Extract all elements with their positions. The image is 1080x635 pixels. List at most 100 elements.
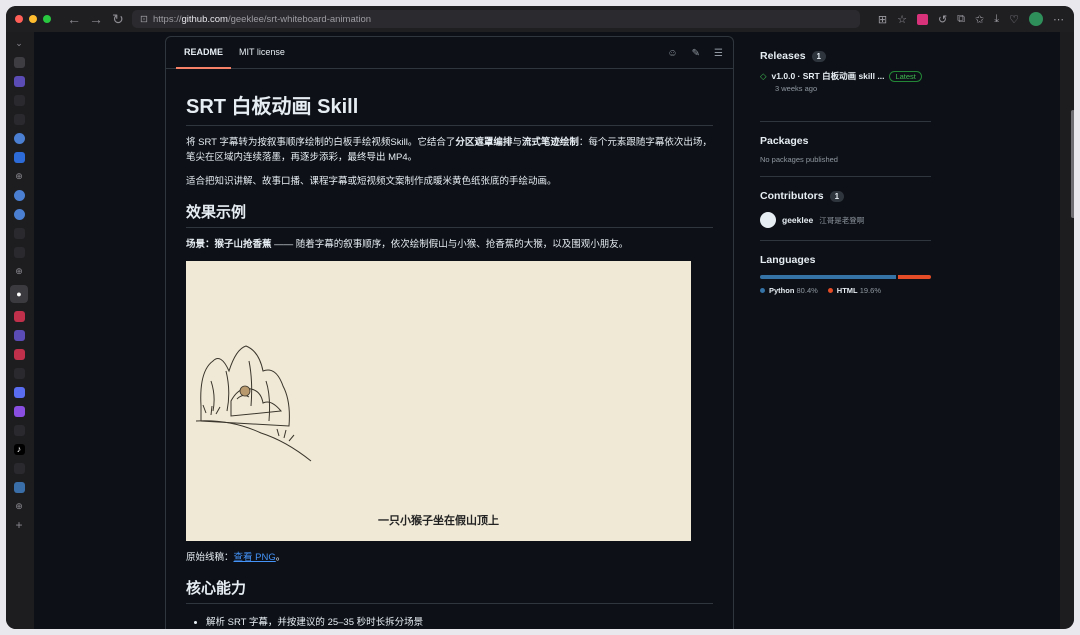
releases-count: 1 [811, 50, 826, 62]
tab-favicon[interactable] [13, 228, 25, 239]
new-tab-icon[interactable]: + [14, 519, 25, 531]
tab-favicon[interactable] [13, 152, 25, 163]
tab-favicon[interactable] [13, 114, 25, 125]
favorites-icon[interactable]: ✩ [975, 13, 984, 26]
sketch-end: 。 [275, 552, 286, 563]
language-python[interactable]: Python 80.4% [760, 286, 818, 295]
video-subtitle: 一只小猴子坐在假山顶上 [378, 515, 499, 527]
tag-icon: ◇ [760, 70, 767, 81]
tab-favicon[interactable] [13, 387, 25, 398]
minimize-window-button[interactable] [29, 15, 37, 23]
release-time: 3 weeks ago [775, 84, 818, 93]
tab-favicon[interactable] [13, 76, 25, 87]
url-host: github.com [181, 13, 228, 25]
github-tab-icon[interactable]: ● [10, 285, 28, 303]
scene-text: —— 随着字幕的叙事顺序，依次绘制假山与小猴、抢香蕉的大猴，以及围观小朋友。 [271, 239, 629, 250]
favorite-star-icon[interactable]: ☆ [897, 13, 907, 26]
intro-text: 将 SRT 字幕转为按叙事顺序绘制的白板手绘视频Skill。它结合了 [186, 137, 456, 148]
close-window-button[interactable] [15, 15, 23, 23]
collapse-tabs-icon[interactable]: ⌄ [14, 38, 25, 49]
tab-favicon[interactable] [13, 209, 25, 220]
examples-heading: 效果示例 [186, 201, 713, 228]
url-prefix: https:// [152, 13, 182, 25]
reload-icon[interactable]: ↻ [107, 6, 129, 32]
profile-avatar-icon[interactable] [1029, 12, 1043, 26]
sketch-line: 原始线稿：查看 PNG。 [186, 550, 713, 565]
tab-favicon[interactable] [13, 95, 25, 106]
tab-favicon[interactable] [13, 425, 25, 436]
scrollbar-thumb[interactable] [1071, 110, 1074, 218]
repo-sidebar: Releases 1 ◇ v1.0.0 · SRT 白板动画 skill ... … [760, 32, 931, 307]
usage-paragraph: 适合把知识讲解、故事口播、课程字幕或短视频文案制作成暖米黄色纸张底的手绘动画。 [186, 176, 557, 187]
site-info-icon[interactable]: ⊡ [140, 14, 148, 25]
extension-icon[interactable] [916, 13, 928, 25]
intro-paragraph: 将 SRT 字幕转为按叙事顺序绘制的白板手绘视频Skill。它结合了分区遮罩编排… [186, 135, 713, 165]
releases-heading[interactable]: Releases [760, 50, 806, 62]
globe-icon[interactable]: ⊕ [14, 171, 25, 182]
split-screen-icon[interactable]: ⧉ [957, 13, 965, 26]
tab-favicon[interactable] [13, 311, 25, 322]
language-bar [760, 275, 931, 279]
url-path: /geeklee/srt-whiteboard-animation [227, 13, 372, 25]
language-dot [760, 288, 765, 293]
browser-toolbar: ← → ↻ ⊡ https://github.com/geeklee/srt-w… [6, 6, 1074, 32]
intro-strong: 分区遮罩编排 [455, 137, 513, 148]
language-bar-python [760, 275, 896, 279]
tab-favicon[interactable] [13, 57, 25, 68]
downloads-icon[interactable]: ⤓ [994, 13, 999, 26]
language-bar-html [897, 275, 931, 279]
tab-favicon[interactable] [13, 247, 25, 258]
tiktok-icon[interactable]: ♪ [13, 444, 25, 455]
vertical-tab-strip: ⌄ ⊕ ⊕ ● ♪ ⊕ + [6, 32, 32, 629]
core-list: 解析 SRT 字幕，并按建议的 25–35 秒时长拆分场景 [206, 614, 713, 628]
refresh-extension-icon[interactable]: ↺ [938, 13, 947, 26]
language-percent: 19.6% [859, 286, 881, 295]
tab-favicon[interactable] [13, 349, 25, 360]
example-animation-image: 一只小猴子坐在假山顶上 [186, 261, 691, 541]
packages-empty-text: No packages published [760, 155, 838, 164]
list-item: 解析 SRT 字幕，并按建议的 25–35 秒时长拆分场景 [206, 614, 713, 628]
core-heading: 核心能力 [186, 577, 713, 604]
intro-strong: 流式笔迹绘制 [521, 137, 579, 148]
rock-sketch [195, 345, 312, 462]
tab-favicon[interactable] [13, 406, 25, 417]
sketch-label: 原始线稿： [186, 552, 234, 563]
back-icon[interactable]: ← [63, 6, 85, 32]
globe-icon[interactable]: ⊕ [14, 501, 25, 512]
page-scrollbar[interactable] [1068, 32, 1074, 629]
health-icon[interactable]: ♡ [1009, 13, 1019, 26]
readme-box: README MIT license ☺ ✎ ☰ SRT 白板动画 Skill … [165, 36, 734, 629]
more-menu-icon[interactable]: ⋯ [1053, 13, 1064, 26]
globe-icon[interactable]: ⊕ [14, 266, 25, 277]
maximize-window-button[interactable] [43, 15, 51, 23]
language-dot [827, 288, 833, 293]
tab-favicon[interactable] [13, 463, 25, 474]
packages-heading[interactable]: Packages [760, 135, 808, 147]
release-item[interactable]: ◇ v1.0.0 · SRT 白板动画 skill ... Latest [760, 70, 931, 82]
tab-license[interactable]: MIT license [231, 37, 293, 69]
language-html[interactable]: HTML 19.6% [827, 286, 881, 295]
tab-favicon[interactable] [13, 190, 25, 201]
contributors-heading[interactable]: Contributors [760, 190, 824, 202]
reader-mode-icon[interactable]: ⊞ [878, 13, 887, 26]
view-png-link[interactable]: 查看 PNG [234, 552, 276, 563]
tab-favicon[interactable] [13, 368, 25, 379]
github-page: README MIT license ☺ ✎ ☰ SRT 白板动画 Skill … [34, 32, 1060, 629]
tab-favicon[interactable] [13, 330, 25, 341]
outline-list-icon[interactable]: ☰ [714, 48, 723, 59]
tab-readme[interactable]: README [176, 37, 232, 69]
copilot-icon[interactable]: ☺ [667, 48, 677, 59]
forward-icon[interactable]: → [85, 6, 107, 32]
readme-title: SRT 白板动画 Skill [186, 90, 713, 126]
contributor-item[interactable]: geeklee 江哥是老登啊 [760, 212, 931, 228]
tab-favicon[interactable] [13, 482, 25, 493]
edit-pencil-icon[interactable]: ✎ [692, 48, 700, 59]
tab-favicon[interactable] [13, 133, 25, 144]
intro-text: 与 [512, 137, 522, 148]
release-name[interactable]: v1.0.0 · SRT 白板动画 skill ... [772, 70, 885, 82]
contributor-login[interactable]: geeklee [782, 215, 813, 225]
language-percent: 80.4% [796, 286, 818, 295]
browser-window: ← → ↻ ⊡ https://github.com/geeklee/srt-w… [6, 6, 1074, 629]
address-bar[interactable]: ⊡ https://github.com/geeklee/srt-whitebo… [132, 10, 860, 28]
avatar[interactable] [760, 212, 776, 228]
